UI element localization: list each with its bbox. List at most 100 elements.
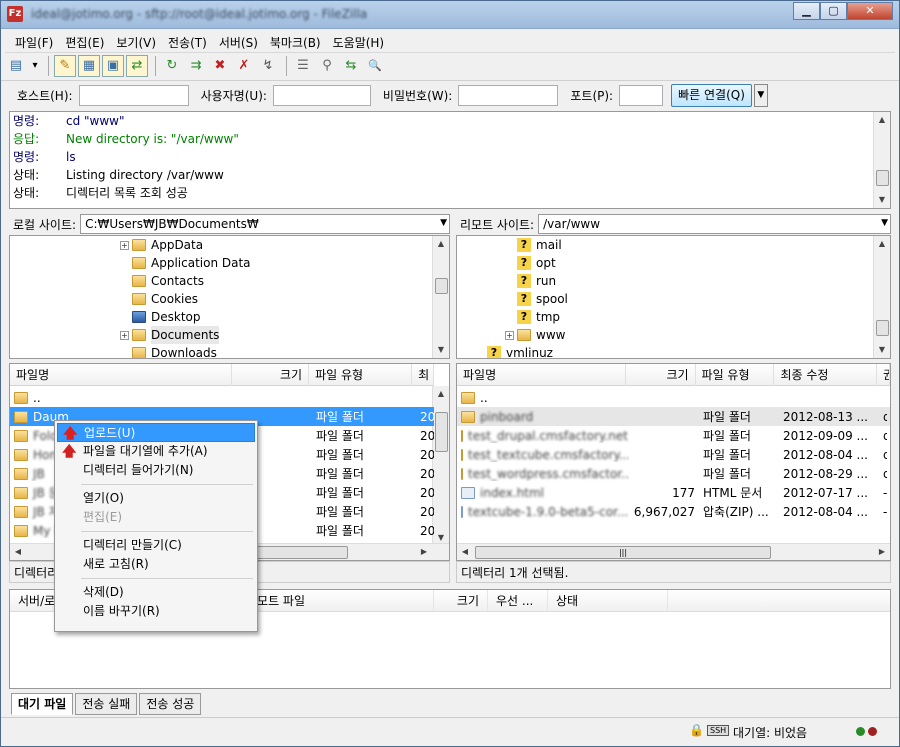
menu-help[interactable]: 도움말(H)	[327, 31, 391, 51]
port-input[interactable]	[619, 85, 664, 106]
queue-column-header[interactable]: 우선 ...	[488, 590, 548, 611]
search-icon[interactable]: 🔍	[364, 55, 386, 77]
column-header[interactable]: 최종 수정	[774, 364, 877, 386]
sync-browse-icon[interactable]: ⇆	[340, 55, 362, 77]
site-manager-icon[interactable]: ▤	[5, 55, 27, 77]
scroll-right-icon[interactable]: ▶	[416, 544, 432, 560]
tab-failed-transfers[interactable]: 전송 실패	[75, 693, 138, 715]
local-path-input[interactable]: C:₩Users₩JB₩Documents₩ ▼	[80, 214, 450, 234]
toggle-tree-icon[interactable]: ▦	[78, 54, 100, 77]
tree-item[interactable]: Cookies	[132, 290, 198, 308]
minimize-button[interactable]: ▁	[793, 2, 820, 20]
toggle-remote-tree-icon[interactable]: ▣	[102, 54, 124, 77]
remote-files-hscrollbar[interactable]: ◀ ||| ▶	[457, 543, 890, 560]
filter-icon[interactable]: ☰	[292, 55, 314, 77]
reconnect-icon[interactable]: ↯	[257, 55, 279, 77]
remote-path-input[interactable]: /var/www ▼	[538, 214, 891, 234]
menu-transfer[interactable]: 전송(T)	[162, 31, 213, 51]
quickconnect-button[interactable]: 빠른 연결(Q)	[671, 84, 752, 107]
column-header[interactable]: 크기	[232, 364, 310, 386]
local-tree-scrollbar[interactable]: ▲ ▼	[432, 236, 449, 358]
file-row[interactable]: index.html 177 HTML 문서 2012-07-17 ... -	[457, 483, 890, 502]
scroll-right-icon[interactable]: ▶	[874, 544, 890, 560]
user-input[interactable]	[272, 85, 371, 106]
remote-file-list[interactable]: 파일명크기파일 유형최종 수정권 ◀ ||| ▶ .. pinboard 파일 폴더…	[456, 363, 891, 561]
remote-tree[interactable]: ▲ ▼ ? mail? opt? run? spool? tmp + www? vmlinuz	[456, 235, 891, 359]
menu-edit[interactable]: 편집(E)	[59, 31, 110, 51]
column-header[interactable]: 최	[412, 364, 434, 386]
file-row[interactable]: test_wordpress.cmsfactor... 파일 폴더 2012-08-…	[457, 464, 890, 483]
file-row[interactable]: ..	[457, 388, 890, 407]
tree-item[interactable]: Contacts	[132, 272, 204, 290]
process-queue-icon[interactable]: ⇉	[185, 55, 207, 77]
file-row[interactable]: textcube-1.9.0-beta5-cor... 6,967,027 압축(Z…	[457, 502, 890, 521]
local-path-dropdown-icon[interactable]: ▼	[440, 218, 447, 228]
tree-item[interactable]: + Documents	[120, 326, 220, 344]
menu-bookmarks[interactable]: 북마크(B)	[264, 31, 327, 51]
refresh-icon[interactable]: ↻	[161, 55, 183, 77]
context-menu-item[interactable]: 이름 바꾸기(R)	[57, 602, 255, 621]
scroll-up-icon[interactable]: ▲	[874, 236, 890, 252]
context-menu-item[interactable]: 🡅 파일을 대기열에 추가(A)	[57, 442, 255, 461]
tab-successful-transfers[interactable]: 전송 성공	[139, 693, 202, 715]
scroll-left-icon[interactable]: ◀	[457, 544, 473, 560]
queue-column-header[interactable]: 리모트 파일	[238, 590, 434, 611]
scroll-down-icon[interactable]: ▼	[874, 192, 890, 208]
scroll-up-icon[interactable]: ▲	[433, 236, 449, 252]
expand-icon[interactable]: +	[505, 330, 514, 340]
title-bar[interactable]: Fz ideal@jotimo.org - sftp://root@ideal.…	[1, 1, 899, 29]
local-tree[interactable]: ▲ ▼ + AppData Application Data Contacts Cook…	[9, 235, 450, 359]
tree-item[interactable]: Application Data	[132, 254, 251, 272]
menu-view[interactable]: 보기(V)	[110, 31, 162, 51]
tree-item[interactable]: Downloads	[132, 344, 217, 358]
disconnect-icon[interactable]: ✗	[233, 55, 255, 77]
queue-column-header[interactable]: 상태	[548, 590, 668, 611]
file-row[interactable]: ..	[10, 388, 434, 407]
tree-item[interactable]: ? tmp	[517, 308, 560, 326]
menu-server[interactable]: 서버(S)	[213, 31, 264, 51]
file-row[interactable]: pinboard 파일 폴더 2012-08-13 ... d	[457, 407, 890, 426]
maximize-button[interactable]: ▢	[820, 2, 847, 20]
file-row[interactable]: test_textcube.cmsfactory... 파일 폴더 2012-08-…	[457, 445, 890, 464]
tree-item[interactable]: ? opt	[517, 254, 556, 272]
toggle-queue-icon[interactable]: ⇄	[126, 54, 148, 77]
tree-item[interactable]: + AppData	[120, 236, 203, 254]
tree-item[interactable]: Desktop	[132, 308, 201, 326]
column-header[interactable]: 크기	[626, 364, 696, 386]
expand-icon[interactable]: +	[120, 330, 129, 340]
compare-icon[interactable]: ⚲	[316, 55, 338, 77]
scroll-down-icon[interactable]: ▼	[433, 342, 449, 358]
tree-item[interactable]: ? run	[517, 272, 556, 290]
host-input[interactable]	[78, 85, 189, 106]
dropdown-arrow-icon[interactable]: ▾	[29, 55, 41, 77]
tab-queued-files[interactable]: 대기 파일	[11, 693, 74, 715]
queue-column-header[interactable]: 크기	[434, 590, 488, 611]
scroll-thumb[interactable]	[435, 278, 448, 294]
file-row[interactable]: test_drupal.cmsfactory.net 파일 폴더 2012-09-0…	[457, 426, 890, 445]
tree-item[interactable]: ? spool	[517, 290, 568, 308]
context-menu-item[interactable]: 디렉터리 만들기(C)	[57, 536, 255, 555]
column-header[interactable]: 파일 유형	[309, 364, 413, 386]
toggle-log-icon[interactable]: ✎	[54, 54, 76, 77]
scroll-thumb[interactable]: |||	[475, 546, 771, 559]
column-header[interactable]: 권	[877, 364, 890, 386]
remote-path-dropdown-icon[interactable]: ▼	[881, 218, 888, 228]
column-header[interactable]: 파일명	[10, 364, 232, 386]
scroll-down-icon[interactable]: ▼	[874, 342, 890, 358]
remote-tree-scrollbar[interactable]: ▲ ▼	[873, 236, 890, 358]
column-header[interactable]: 파일명	[457, 364, 627, 386]
menu-file[interactable]: 파일(F)	[9, 31, 59, 51]
scroll-thumb[interactable]	[256, 546, 348, 559]
close-button[interactable]: ✕	[847, 2, 893, 20]
scroll-up-icon[interactable]: ▲	[433, 386, 449, 402]
quickconnect-dropdown-icon[interactable]: ▼	[753, 84, 768, 107]
password-input[interactable]	[458, 85, 559, 106]
context-menu-item[interactable]: 삭제(D)	[57, 583, 255, 602]
scroll-thumb[interactable]	[435, 412, 448, 452]
log-scrollbar[interactable]: ▲ ▼	[873, 112, 890, 208]
context-menu-item[interactable]: 🡅 업로드(U)	[57, 423, 255, 442]
message-log[interactable]: 명령: cd "www" 응답: New directory is: "/var/ww…	[9, 111, 891, 209]
scroll-left-icon[interactable]: ◀	[10, 544, 26, 560]
scroll-thumb[interactable]	[876, 170, 889, 186]
context-menu-item[interactable]: 열기(O)	[57, 489, 255, 508]
